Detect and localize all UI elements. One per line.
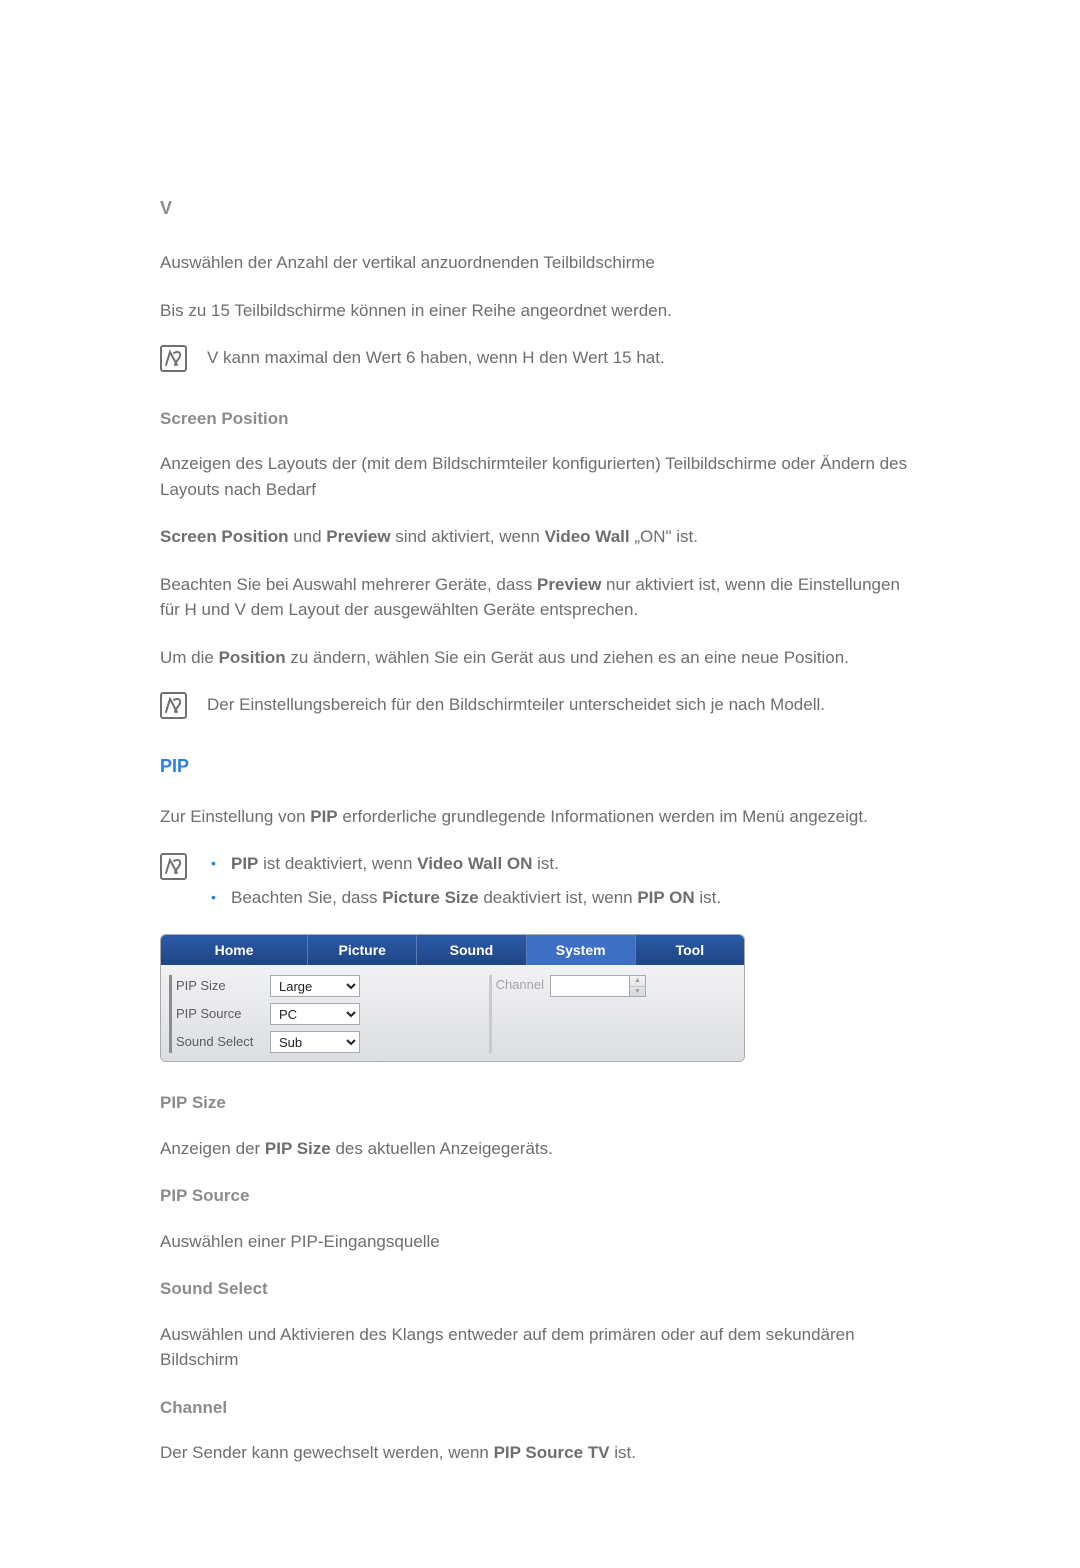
bold-pip: PIP <box>310 807 337 826</box>
pip-bullet-list: PIP ist deaktiviert, wenn Video Wall ON … <box>207 851 920 918</box>
note-screen-position: Der Einstellungsbereich für den Bildschi… <box>160 692 920 727</box>
channel-spinner: ▲ ▼ <box>550 975 646 997</box>
row-pip-size: PIP Size Large <box>176 975 489 997</box>
heading-pip-size: PIP Size <box>160 1090 920 1116</box>
pip-settings-panel: Home Picture Sound System Tool PIP Size … <box>160 934 745 1062</box>
v-paragraph-1: Auswählen der Anzahl der vertikal anzuor… <box>160 250 920 276</box>
heading-pip: PIP <box>160 753 920 780</box>
heading-pip-source: PIP Source <box>160 1183 920 1209</box>
list-item: PIP ist deaktiviert, wenn Video Wall ON … <box>207 851 920 877</box>
channel-input[interactable] <box>550 975 630 997</box>
tab-home[interactable]: Home <box>161 935 308 965</box>
screen-position-p4: Um die Position zu ändern, wählen Sie ei… <box>160 645 920 671</box>
spinner-up-icon[interactable]: ▲ <box>630 976 645 987</box>
label-pip-size: PIP Size <box>176 976 264 996</box>
note-pip-bullets: PIP ist deaktiviert, wenn Video Wall ON … <box>160 851 920 918</box>
info-icon <box>160 853 187 888</box>
label-sound-select: Sound Select <box>176 1032 264 1052</box>
list-item: Beachten Sie, dass Picture Size deaktivi… <box>207 885 920 911</box>
row-pip-source: PIP Source PC <box>176 1003 489 1025</box>
spinner-down-icon[interactable]: ▼ <box>630 987 645 997</box>
select-sound-select[interactable]: Sub <box>270 1031 360 1053</box>
pip-source-p: Auswählen einer PIP-Eingangsquelle <box>160 1229 920 1255</box>
v-paragraph-2: Bis zu 15 Teilbildschirme können in eine… <box>160 298 920 324</box>
label-pip-source: PIP Source <box>176 1004 264 1024</box>
settings-left-column: PIP Size Large PIP Source PC Sound Selec… <box>169 975 489 1053</box>
select-pip-size[interactable]: Large <box>270 975 360 997</box>
settings-right-column: Channel ▲ ▼ <box>489 975 736 1053</box>
select-pip-source[interactable]: PC <box>270 1003 360 1025</box>
channel-p: Der Sender kann gewechselt werden, wenn … <box>160 1440 920 1466</box>
screen-position-note-text: Der Einstellungsbereich für den Bildschi… <box>207 692 825 718</box>
bold-preview-2: Preview <box>537 575 601 594</box>
pip-size-p: Anzeigen der PIP Size des aktuellen Anze… <box>160 1136 920 1162</box>
bold-position: Position <box>219 648 286 667</box>
tab-sound[interactable]: Sound <box>417 935 526 965</box>
settings-tabbar: Home Picture Sound System Tool <box>161 935 744 965</box>
heading-screen-position: Screen Position <box>160 406 920 432</box>
tab-system[interactable]: System <box>527 935 636 965</box>
bold-video-wall: Video Wall <box>545 527 630 546</box>
bold-preview: Preview <box>326 527 390 546</box>
heading-v: V <box>160 195 920 222</box>
pip-p1: Zur Einstellung von PIP erforderliche gr… <box>160 804 920 830</box>
heading-channel: Channel <box>160 1395 920 1421</box>
tab-tool[interactable]: Tool <box>636 935 744 965</box>
info-icon <box>160 345 187 380</box>
bold-screen-position: Screen Position <box>160 527 288 546</box>
screen-position-p1: Anzeigen des Layouts der (mit dem Bildsc… <box>160 451 920 502</box>
sound-select-p: Auswählen und Aktivieren des Klangs entw… <box>160 1322 920 1373</box>
info-icon <box>160 692 187 727</box>
heading-sound-select: Sound Select <box>160 1276 920 1302</box>
settings-body: PIP Size Large PIP Source PC Sound Selec… <box>161 965 744 1061</box>
label-channel: Channel <box>496 975 544 995</box>
screen-position-p2: Screen Position und Preview sind aktivie… <box>160 524 920 550</box>
v-note-text: V kann maximal den Wert 6 haben, wenn H … <box>207 345 665 371</box>
screen-position-p3: Beachten Sie bei Auswahl mehrerer Geräte… <box>160 572 920 623</box>
row-sound-select: Sound Select Sub <box>176 1031 489 1053</box>
note-v: V kann maximal den Wert 6 haben, wenn H … <box>160 345 920 380</box>
tab-picture[interactable]: Picture <box>308 935 417 965</box>
